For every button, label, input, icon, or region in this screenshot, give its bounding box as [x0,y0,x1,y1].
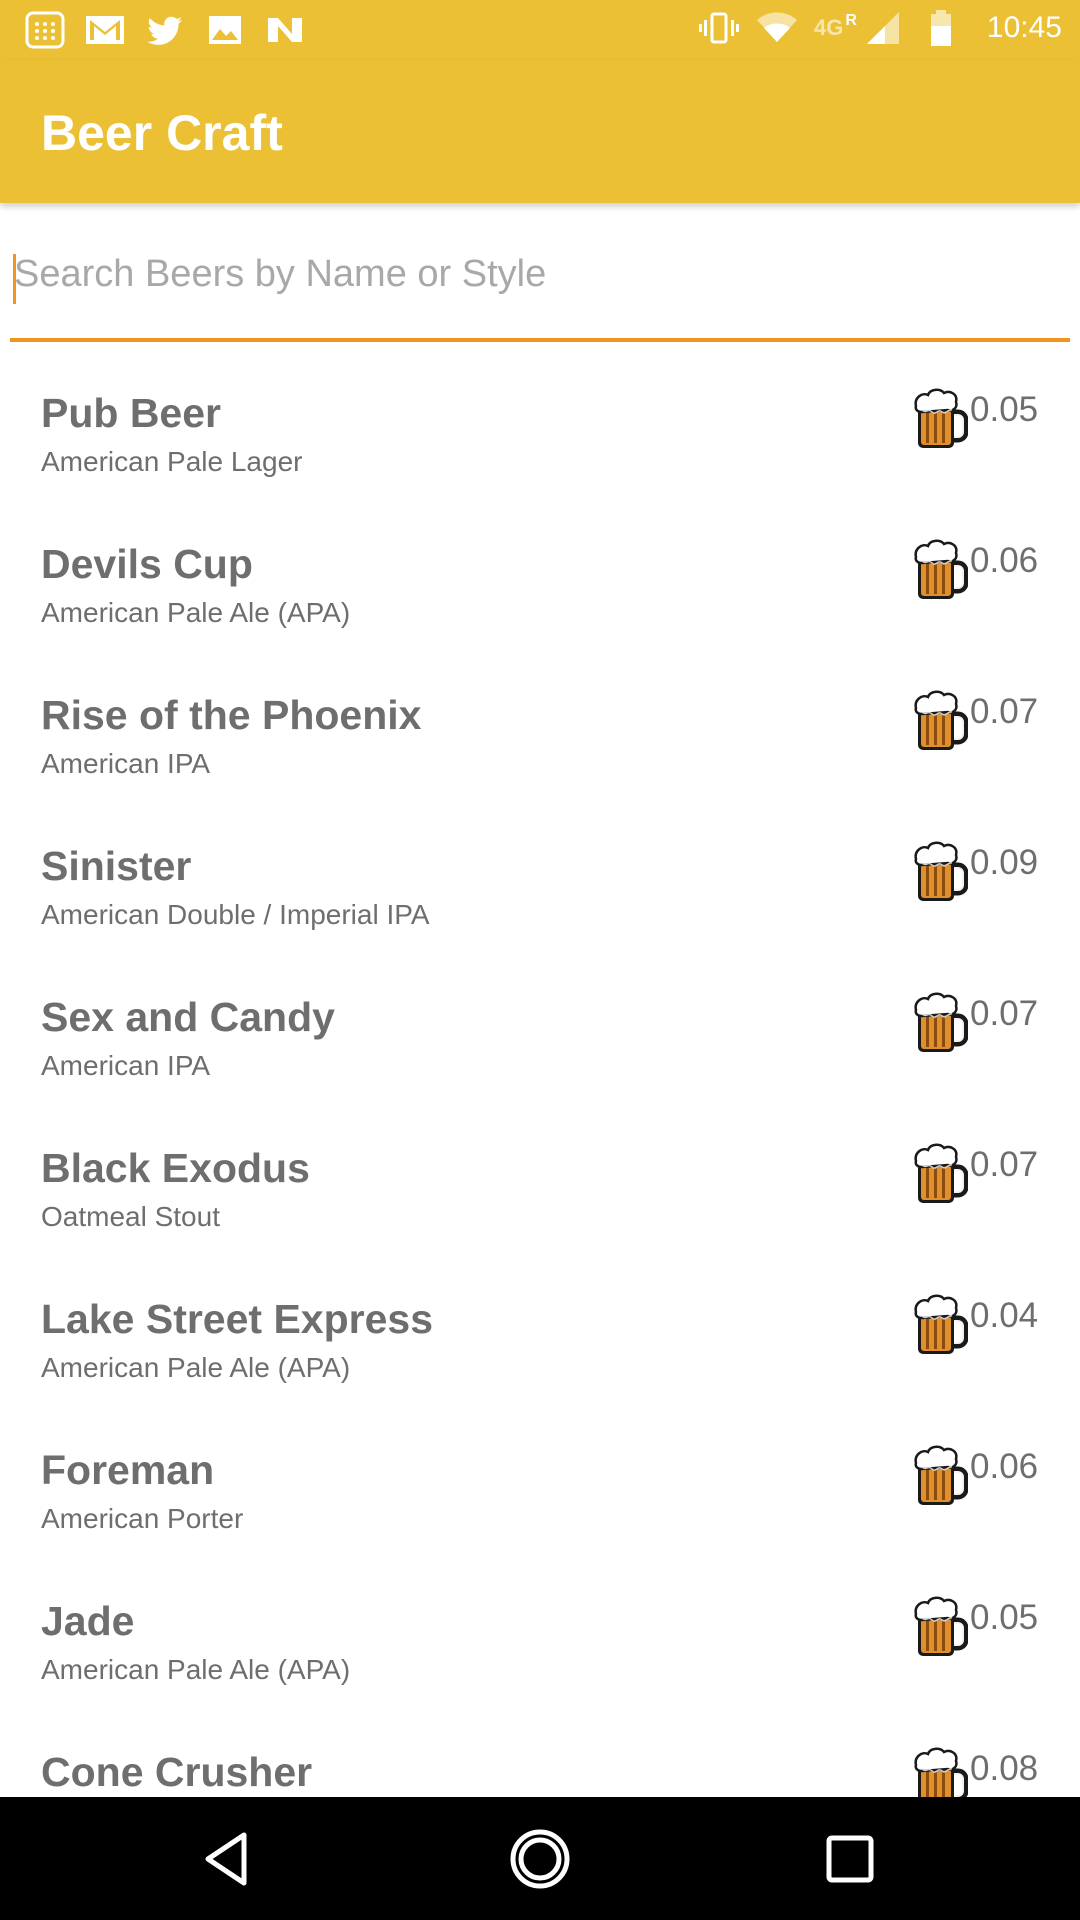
beer-style: American Pale Ale (APA) [41,1654,351,1685]
beer-style: Oatmeal Stout [41,1201,220,1232]
search-field-container [10,236,1070,342]
beer-mug-icon [914,388,968,448]
beer-mug-icon [914,992,968,1052]
beer-style: American Pale Ale (APA) [41,1352,351,1383]
beer-list[interactable]: Pub Beer American Pale Lager 0.05 Devils… [0,348,1080,1797]
beer-mug-icon [914,1445,968,1505]
beer-style: American IPA [41,1050,211,1081]
status-bar: 4G R 10:45 [0,0,1080,60]
beer-name: Cone Crusher [41,1749,313,1795]
beer-mug-icon [914,1596,968,1656]
beer-name: Sinister [41,843,192,889]
beer-mug-icon [914,1294,968,1354]
beer-mug-icon [914,1747,968,1797]
twitter-icon [147,16,182,45]
beer-name: Devils Cup [41,541,253,587]
search-input[interactable] [10,244,1054,304]
beer-abv: 0.06 [912,539,1072,601]
beer-abv: 0.05 [912,1596,1072,1658]
vibrate-icon [699,12,739,44]
wifi-icon [757,12,797,42]
beer-name: Jade [41,1598,135,1644]
navigation-bar [0,1797,1080,1920]
roaming-indicator: R [845,12,857,29]
home-icon[interactable] [508,1827,572,1891]
clock: 10:45 [986,11,1062,44]
abv-value: 0.09 [970,843,1039,882]
system-icons: 4G R 10:45 [698,8,1062,48]
beer-abv: 0.08 [912,1747,1072,1797]
beer-abv: 0.04 [912,1294,1072,1356]
abv-value: 0.07 [970,994,1039,1033]
beer-abv: 0.05 [912,388,1072,450]
beer-style: American Porter [41,1503,244,1534]
app-title: Beer Craft [41,105,283,161]
abv-value: 0.07 [970,692,1039,731]
beer-list-item[interactable]: Rise of the Phoenix American IPA 0.07 [0,650,1080,801]
abv-value: 0.07 [970,1145,1039,1184]
beer-list-item[interactable]: Sex and Candy American IPA 0.07 [0,952,1080,1103]
beer-name: Lake Street Express [41,1296,434,1342]
beer-style: American IPA [41,748,211,779]
beer-name: Foreman [41,1447,215,1493]
beer-name: Pub Beer [41,390,221,436]
beer-list-item[interactable]: Jade American Pale Ale (APA) 0.05 [0,1556,1080,1707]
beer-mug-icon [914,841,968,901]
beer-mug-icon [914,1143,968,1203]
abv-value: 0.06 [970,1447,1039,1486]
beer-list-item[interactable]: Cone Crusher 0.08 [0,1707,1080,1797]
beer-mug-icon [914,690,968,750]
app-bar: Beer Craft [0,60,1080,203]
photo-icon [209,16,241,44]
recents-icon[interactable] [818,1827,882,1891]
beer-style: American Double / Imperial IPA [41,899,430,930]
beer-abv: 0.07 [912,992,1072,1054]
abv-value: 0.06 [970,541,1039,580]
back-icon[interactable] [198,1827,262,1891]
beer-abv: 0.07 [912,1143,1072,1205]
beer-list-item[interactable]: Black Exodus Oatmeal Stout 0.07 [0,1103,1080,1254]
abv-value: 0.04 [970,1296,1039,1335]
calculator-icon [25,11,65,49]
beer-name: Rise of the Phoenix [41,692,422,738]
beer-abv: 0.07 [912,690,1072,752]
battery-icon [930,10,951,46]
beer-list-item[interactable]: Lake Street Express American Pale Ale (A… [0,1254,1080,1405]
abv-value: 0.05 [970,1598,1039,1637]
network-type: 4G [814,15,844,40]
gmail-icon [86,16,124,44]
beer-style: American Pale Lager [41,446,303,477]
notification-icons [24,10,306,50]
beer-style: American Pale Ale (APA) [41,597,351,628]
beer-list-item[interactable]: Foreman American Porter 0.06 [0,1405,1080,1556]
beer-list-item[interactable]: Pub Beer American Pale Lager 0.05 [0,348,1080,499]
signal-icon [866,12,899,44]
beer-mug-icon [914,539,968,599]
abv-value: 0.05 [970,390,1039,429]
beer-name: Sex and Candy [41,994,335,1040]
beer-list-item[interactable]: Devils Cup American Pale Ale (APA) 0.06 [0,499,1080,650]
beer-list-item[interactable]: Sinister American Double / Imperial IPA … [0,801,1080,952]
beer-name: Black Exodus [41,1145,310,1191]
beer-abv: 0.06 [912,1445,1072,1507]
beer-abv: 0.09 [912,841,1072,903]
n-app-icon [268,18,302,42]
abv-value: 0.08 [970,1749,1039,1788]
